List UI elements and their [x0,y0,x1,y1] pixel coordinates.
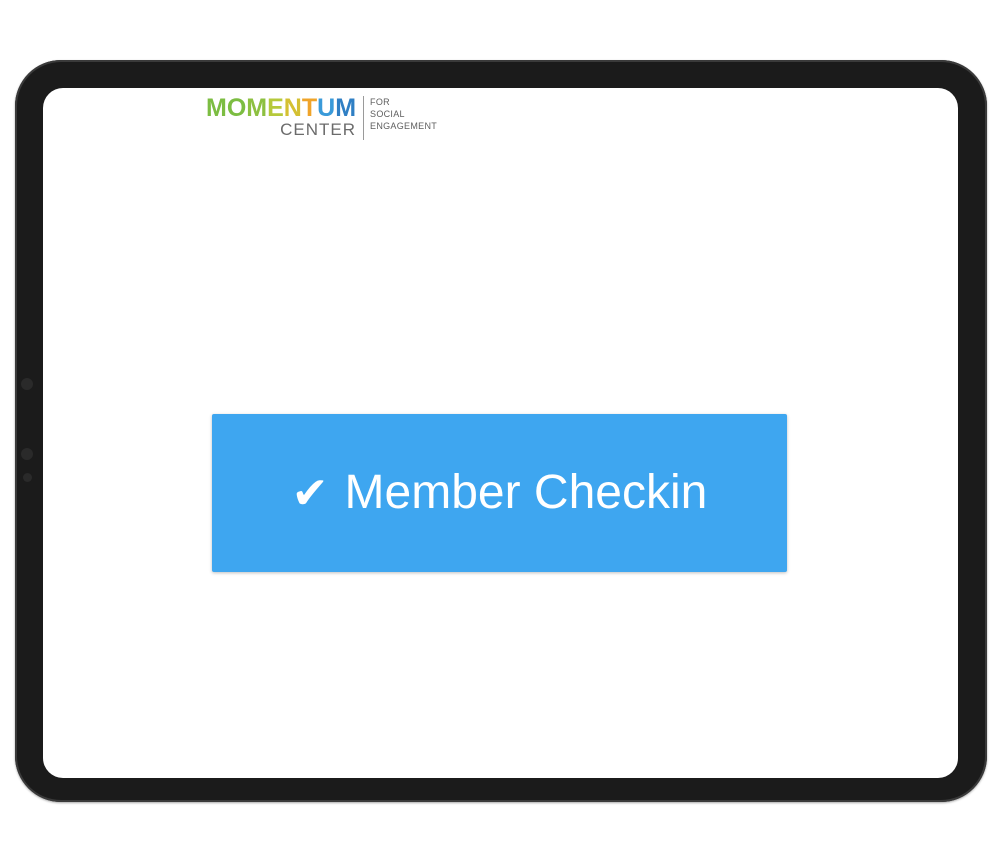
logo-divider [363,96,365,140]
logo-letter: N [283,94,302,122]
logo-tagline: FOR SOCIAL ENGAGEMENT [370,96,437,132]
member-checkin-label: Member Checkin [344,466,708,519]
logo-letter: M [335,94,357,122]
logo-letter: O [226,94,247,122]
side-button-bottom [23,473,32,482]
logo-wordmark: MOMENTUM [206,94,356,122]
logo-main: MOMENTUM CENTER [206,90,356,138]
logo-letter: U [317,94,336,122]
checkmark-icon: ✔ [291,468,329,519]
logo-letter: E [267,94,284,122]
logo-subtitle: CENTER [280,120,357,139]
logo-letter: M [246,94,268,122]
side-button-middle [21,448,33,460]
logo-letter: T [301,94,318,122]
momentum-center-logo: MOMENTUM CENTER FOR SOCIAL ENGAGEMENT [206,90,437,142]
member-checkin-button[interactable]: ✔ Member Checkin [212,414,787,572]
side-button-top [21,378,33,390]
logo-tagline-line1: FOR [370,97,390,107]
app-screen: MOMENTUM CENTER FOR SOCIAL ENGAGEMENT ✔ … [43,88,958,778]
logo-tagline-line2: SOCIAL [370,109,405,119]
logo-letter: M [206,94,227,122]
logo-tagline-line3: ENGAGEMENT [370,121,438,131]
